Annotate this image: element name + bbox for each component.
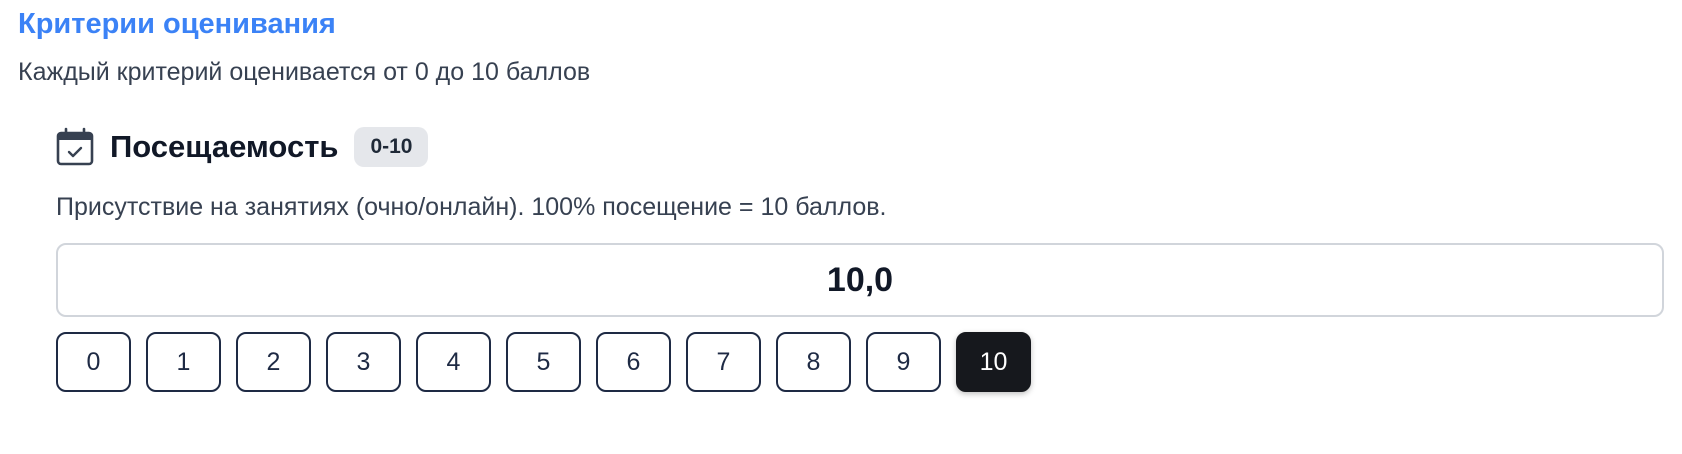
score-button-3[interactable]: 3: [326, 332, 401, 392]
section-subtitle: Каждый критерий оценивается от 0 до 10 б…: [18, 58, 591, 86]
score-input[interactable]: [56, 243, 1664, 317]
criterion-attendance: Посещаемость 0-10 Присутствие на занятия…: [56, 126, 1668, 392]
score-button-7[interactable]: 7: [686, 332, 761, 392]
score-button-0[interactable]: 0: [56, 332, 131, 392]
score-button-6[interactable]: 6: [596, 332, 671, 392]
score-button-2[interactable]: 2: [236, 332, 311, 392]
range-badge: 0-10: [354, 127, 429, 167]
criterion-description: Присутствие на занятиях (очно/онлайн). 1…: [56, 193, 887, 221]
score-button-group: 0 1 2 3 4 5 6 7 8 9 10: [56, 332, 1668, 392]
score-button-1[interactable]: 1: [146, 332, 221, 392]
score-button-8[interactable]: 8: [776, 332, 851, 392]
grading-criteria-page: Критерии оценивания Каждый критерий оцен…: [0, 0, 1682, 454]
score-button-5[interactable]: 5: [506, 332, 581, 392]
score-button-4[interactable]: 4: [416, 332, 491, 392]
calendar-check-icon: [56, 127, 96, 167]
criterion-name: Посещаемость: [110, 129, 339, 164]
score-button-10[interactable]: 10: [956, 332, 1031, 392]
criterion-header: Посещаемость 0-10: [56, 126, 1668, 168]
section-title: Критерии оценивания: [18, 8, 336, 40]
score-button-9[interactable]: 9: [866, 332, 941, 392]
